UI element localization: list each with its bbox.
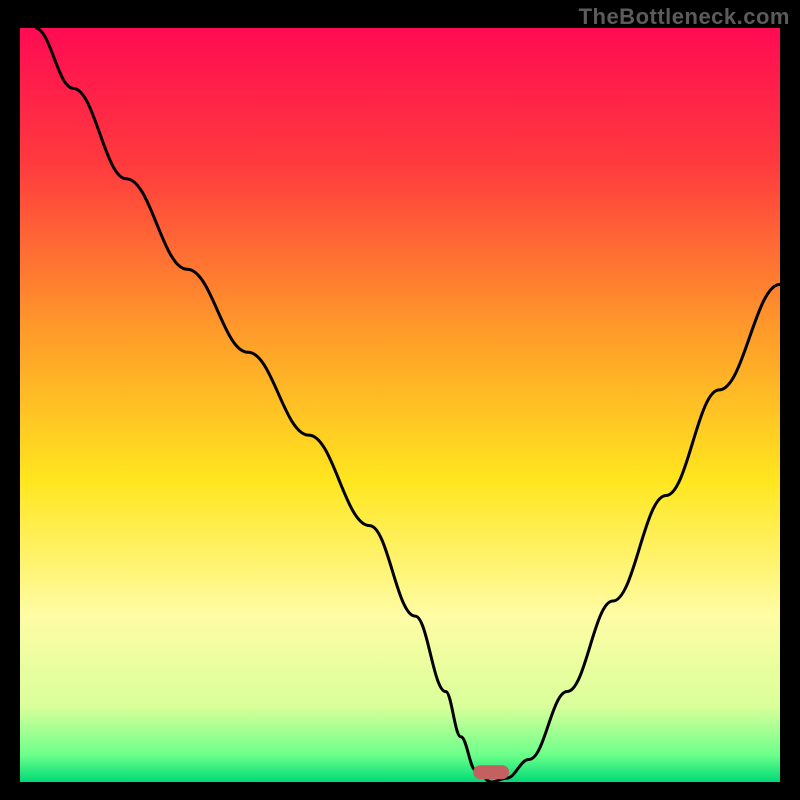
gradient-background bbox=[20, 28, 780, 782]
bottleneck-chart bbox=[20, 28, 780, 782]
chart-frame: TheBottleneck.com bbox=[0, 0, 800, 800]
optimal-marker bbox=[473, 765, 509, 779]
plot-area bbox=[20, 28, 780, 782]
watermark-text: TheBottleneck.com bbox=[579, 4, 790, 30]
